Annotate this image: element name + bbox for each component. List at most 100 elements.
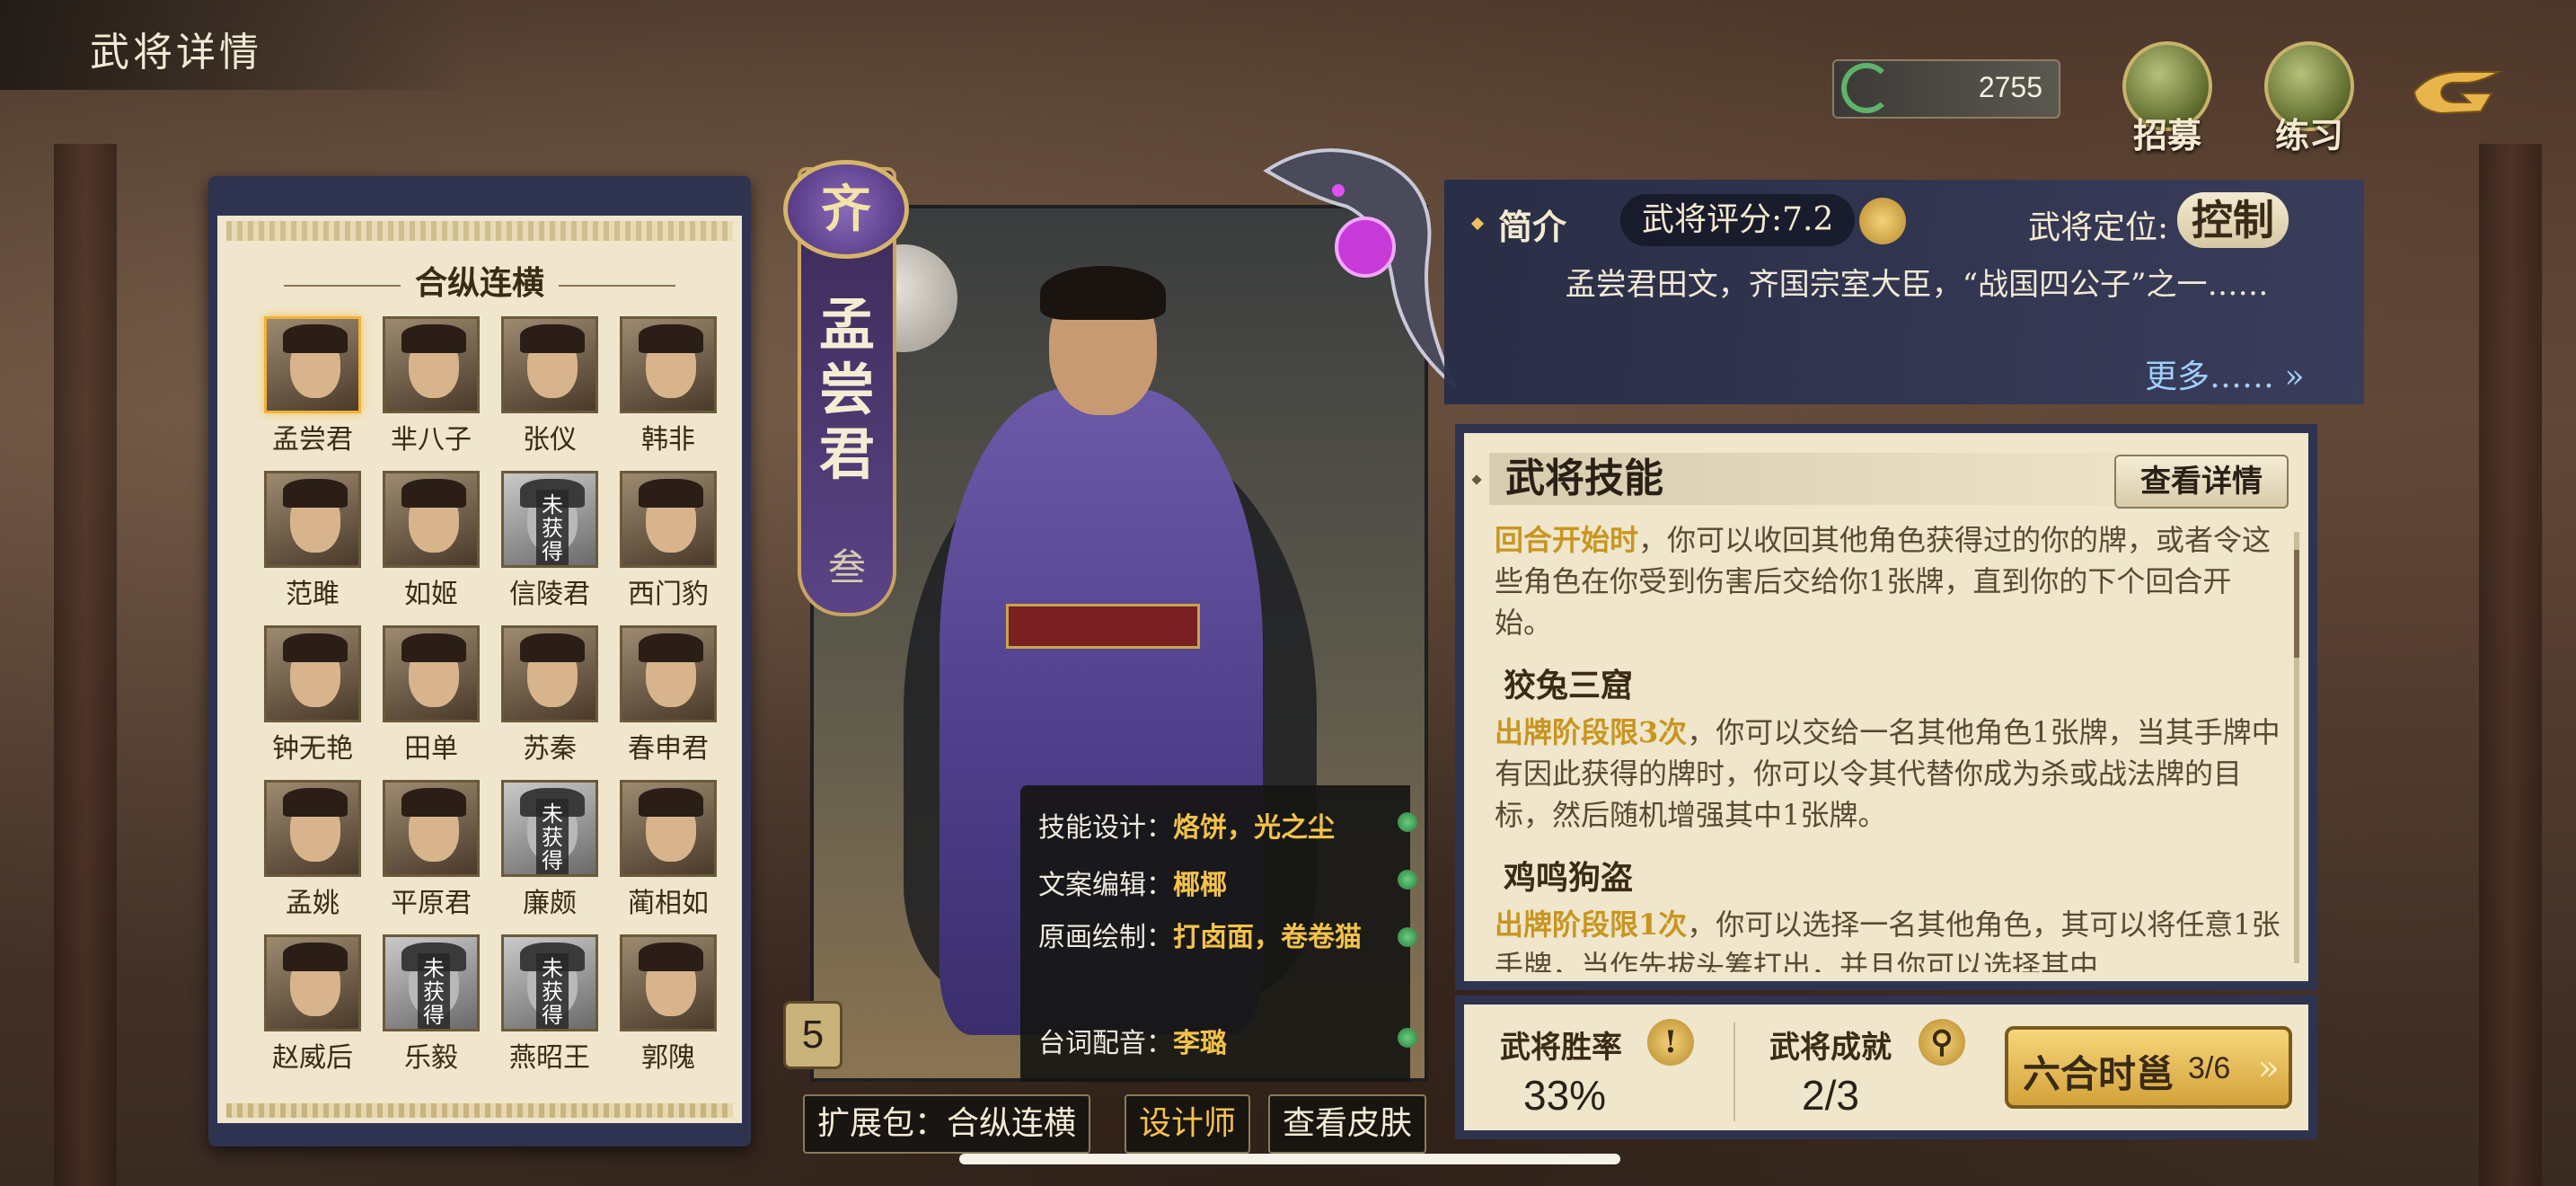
panel-title: 合纵连横 xyxy=(217,257,742,304)
more-link[interactable]: 更多…… » xyxy=(2145,350,2305,397)
general-cell[interactable]: 未获得廉颇 xyxy=(499,780,600,924)
credit-label: 技能设计： xyxy=(1038,812,1173,844)
background-pillar xyxy=(2479,144,2542,1186)
general-portrait xyxy=(264,934,361,1031)
scrollbar-thumb[interactable] xyxy=(2294,550,2299,658)
general-cell[interactable]: 芈八子 xyxy=(381,316,481,460)
stats-panel: 武将胜率 ! 33% 武将成就 ⚲ 2/3 六合时邕 3/6 » xyxy=(1455,996,2317,1139)
portrait-hair xyxy=(639,633,703,662)
kingdom-badge: 齐 xyxy=(783,160,909,259)
expansion-button[interactable]: 扩展包：合纵连横 xyxy=(803,1094,1091,1154)
general-cell[interactable]: 韩非 xyxy=(618,316,719,460)
credit-dot-icon xyxy=(1398,812,1417,832)
back-arrow-icon xyxy=(2413,70,2502,115)
portrait-hair xyxy=(520,324,585,353)
portrait-hair xyxy=(401,788,466,817)
general-name: 平原君 xyxy=(391,888,472,919)
general-cell[interactable]: 范雎 xyxy=(262,471,363,615)
page-title: 武将详情 xyxy=(90,30,262,75)
general-portrait xyxy=(383,316,480,413)
rating-badge: 武将评分:7.2 xyxy=(1620,194,1856,246)
panel-pattern xyxy=(226,221,733,241)
credit-label: 文案编辑： xyxy=(1038,870,1173,901)
dragon-icon xyxy=(1263,148,1457,388)
general-cell[interactable]: 田单 xyxy=(381,625,481,769)
general-list-panel: 合纵连横 孟尝君 芈八子张仪 韩非范雎 如姬未获得信陵君 西门豹钟无艳 田单 苏秦 春申君孟姚… xyxy=(208,176,751,1146)
view-skins-button[interactable]: 查看皮肤 xyxy=(1268,1094,1427,1154)
hero-hair xyxy=(1040,266,1166,320)
general-cell[interactable]: 钟无艳 xyxy=(262,625,363,769)
general-cell[interactable]: 春申君 xyxy=(618,625,719,769)
locked-label: 未获得 xyxy=(536,953,569,1029)
general-name: 韩非 xyxy=(641,424,695,456)
info-icon[interactable]: ! xyxy=(1647,1019,1694,1066)
portrait-hair xyxy=(401,479,466,508)
designer-button[interactable]: 设计师 xyxy=(1125,1094,1251,1154)
portrait-hair xyxy=(401,324,466,353)
general-cell[interactable]: 平原君 xyxy=(381,780,481,924)
recruit-label: 招募 xyxy=(2132,115,2201,155)
general-name: 春申君 xyxy=(628,733,709,765)
general-cell[interactable]: 如姬 xyxy=(381,471,481,615)
credits-box: 技能设计：烙饼，光之尘 文案编辑：椰椰 原画绘制：打卤面，卷卷猫 台词配音：李璐 xyxy=(1020,785,1417,1082)
general-cell[interactable]: 张仪 xyxy=(499,316,600,460)
practice-label: 练习 xyxy=(2274,115,2343,155)
skills-scrollbar[interactable] xyxy=(2294,532,2299,963)
general-cell[interactable]: 西门豹 xyxy=(618,471,719,615)
general-portrait: 未获得 xyxy=(501,471,598,568)
home-indicator[interactable] xyxy=(959,1154,1620,1164)
chevron-right-icon: » xyxy=(2257,1048,2280,1089)
general-portrait xyxy=(383,780,480,877)
general-name: 赵威后 xyxy=(272,1042,353,1074)
general-cell[interactable]: 未获得乐毅 xyxy=(381,934,481,1078)
double-chevron-icon: » xyxy=(2284,358,2305,395)
general-cell[interactable]: 蔺相如 xyxy=(618,780,719,924)
portrait-hair xyxy=(283,943,348,971)
locked-label: 未获得 xyxy=(536,490,569,565)
six-harmony-count: 3/6 xyxy=(2188,1051,2231,1085)
view-details-button[interactable]: 查看详情 xyxy=(2114,455,2289,509)
general-name: 张仪 xyxy=(523,424,577,456)
general-cell[interactable]: 孟姚 xyxy=(262,780,363,924)
general-name: 廉颇 xyxy=(523,888,577,919)
general-cell[interactable]: 赵威后 xyxy=(262,934,363,1078)
intro-panel: 简介 武将评分:7.2 武将定位: 控制 孟尝君田文，齐国宗室大臣，“战国四公子… xyxy=(1444,180,2364,404)
general-cell[interactable]: 苏秦 xyxy=(499,625,600,769)
intro-bullet-icon xyxy=(1470,217,1485,231)
general-name: 孟姚 xyxy=(286,888,340,919)
portrait-hair xyxy=(639,479,703,508)
back-button[interactable] xyxy=(2405,65,2504,119)
general-cell[interactable]: 郭隗 xyxy=(618,934,719,1078)
general-portrait xyxy=(383,625,480,722)
credit-value: 烙饼，光之尘 xyxy=(1173,812,1335,844)
recruit-button[interactable]: 招募 xyxy=(2118,41,2217,157)
panel-bottom-border xyxy=(217,1123,742,1137)
general-name: 钟无艳 xyxy=(272,733,353,765)
position-label: 武将定位: xyxy=(2028,209,2169,246)
practice-button[interactable]: 练习 xyxy=(2260,41,2359,157)
level-value: 5 xyxy=(801,1013,825,1057)
skills-scroll-area[interactable]: 回合开始时，你可以收回其他角色获得过的你的牌，或者令这些角色在你受到伤害后交给你… xyxy=(1495,523,2285,972)
portrait-hair xyxy=(283,324,348,353)
credit-label: 原画绘制： xyxy=(1038,922,1173,953)
skills-panel: 武将技能 查看详情 回合开始时，你可以收回其他角色获得过的你的牌，或者令这些角色… xyxy=(1455,424,2317,990)
portrait-hair xyxy=(283,788,348,817)
search-icon[interactable]: ⚲ xyxy=(1919,1019,1965,1066)
skill-highlight: 出牌阶段限3次 xyxy=(1495,715,1688,749)
general-cell[interactable]: 未获得燕昭王 xyxy=(499,934,600,1078)
general-portrait xyxy=(620,934,717,1031)
general-cell[interactable]: 孟尝君 xyxy=(262,316,363,460)
portrait-hair xyxy=(639,943,703,971)
six-harmony-button[interactable]: 六合时邕 3/6 » xyxy=(2005,1026,2292,1109)
general-portrait xyxy=(501,316,598,413)
position-value: 控制 xyxy=(2177,192,2289,248)
level-badge: 5 xyxy=(783,1001,842,1069)
intro-text: 孟尝君田文，齐国宗室大臣，“战国四公子”之一…… xyxy=(1565,267,2269,303)
portrait-hair xyxy=(283,633,348,662)
achievement-value: 2/3 xyxy=(1802,1072,1859,1119)
general-cell[interactable]: 未获得信陵君 xyxy=(499,471,600,615)
edit-rating-icon[interactable] xyxy=(1859,198,1906,244)
general-name: 孟尝君 xyxy=(272,424,353,456)
locked-label: 未获得 xyxy=(536,799,569,874)
general-portrait xyxy=(264,780,361,877)
